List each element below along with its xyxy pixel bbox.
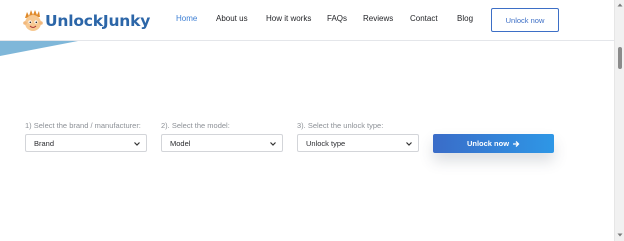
- page-viewport: UnlockJunky Home About us How it works F…: [0, 0, 614, 241]
- model-select[interactable]: Model: [161, 134, 283, 152]
- nav-item-faqs[interactable]: FAQs: [327, 14, 347, 23]
- model-select-value: Model: [170, 138, 191, 148]
- unlock-type-select[interactable]: Unlock type: [297, 134, 419, 152]
- nav-item-how-it-works[interactable]: How it works: [266, 14, 311, 23]
- nav-item-contact[interactable]: Contact: [410, 14, 438, 23]
- chevron-down-icon: [270, 142, 276, 146]
- brand-select-value: Brand: [34, 138, 55, 148]
- chevron-down-icon: [406, 142, 412, 146]
- unlock-now-submit-button[interactable]: Unlock now: [433, 134, 554, 153]
- chevron-down-icon: [134, 142, 140, 146]
- arrow-right-icon: [513, 140, 520, 147]
- page-scrollbar[interactable]: [614, 0, 624, 241]
- unlock-type-select-label: 3). Select the unlock type:: [297, 121, 384, 130]
- nav-item-about-us[interactable]: About us: [216, 14, 248, 23]
- site-logo[interactable]: UnlockJunky: [22, 8, 150, 34]
- brand-select[interactable]: Brand: [25, 134, 147, 152]
- header-unlock-now-button[interactable]: Unlock now: [491, 8, 559, 32]
- unlock-now-label: Unlock now: [466, 139, 510, 148]
- nav-item-home[interactable]: Home: [176, 14, 197, 23]
- nav-item-reviews[interactable]: Reviews: [363, 14, 393, 23]
- scrollbar-thumb[interactable]: [618, 47, 622, 69]
- nav-item-blog[interactable]: Blog: [457, 14, 473, 23]
- logo-wordmark: UnlockJunky: [45, 12, 151, 30]
- cartoon-face-logo-icon: [23, 10, 43, 31]
- scroll-up-arrow-icon[interactable]: [617, 2, 623, 8]
- site-header: UnlockJunky Home About us How it works F…: [0, 0, 614, 41]
- brand-select-label: 1) Select the brand / manufacturer:: [25, 121, 141, 130]
- model-select-label: 2). Select the model:: [161, 121, 230, 130]
- scroll-down-arrow-icon[interactable]: [617, 232, 623, 238]
- unlock-type-select-value: Unlock type: [306, 138, 346, 148]
